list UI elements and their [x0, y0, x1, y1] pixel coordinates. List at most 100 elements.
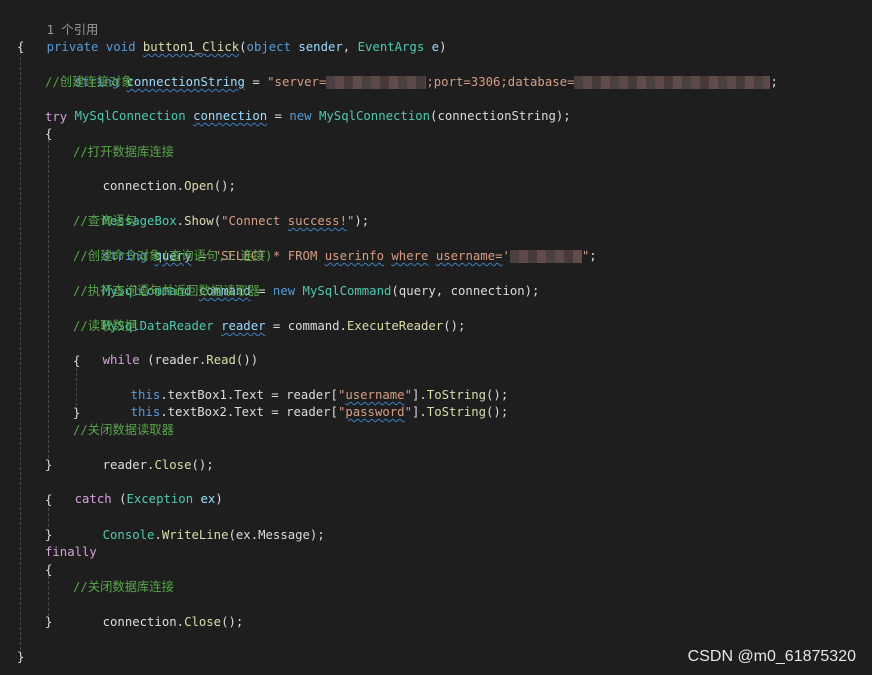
code-line-open: connection.Open();	[73, 161, 236, 193]
punct: ;	[589, 249, 597, 263]
arguments: (ex.Message);	[228, 528, 325, 542]
object: connection.	[102, 179, 185, 193]
indent-guide	[20, 52, 21, 650]
punct: .	[176, 214, 185, 228]
punct: )	[439, 40, 447, 54]
punct: ,	[342, 40, 351, 54]
keyword: this	[130, 405, 161, 419]
code-line-textbox2: this.textBox2.Text = reader["password"].…	[101, 387, 509, 419]
parameter: sender	[298, 40, 343, 54]
comment: //查询语句	[73, 214, 137, 228]
brace-open: {	[45, 563, 53, 577]
string-literal: username=	[435, 249, 503, 263]
punct: ();	[191, 458, 214, 472]
keyword-finally: finally	[45, 545, 97, 559]
code-line-command: MySqlCommand command = new MySqlCommand(…	[73, 266, 540, 298]
punct: );	[354, 214, 370, 228]
code-line-connection-close: connection.Close();	[73, 597, 244, 629]
brace-close: }	[45, 615, 53, 629]
comment: //打开数据库连接	[73, 145, 174, 159]
parameter: e	[431, 40, 440, 54]
brace-close: }	[45, 458, 53, 472]
code-line-reader: MySqlDataReader reader = command.Execute…	[73, 301, 466, 333]
brace-open: {	[73, 354, 81, 368]
punct: )	[215, 492, 223, 506]
string-literal: success!	[287, 214, 347, 228]
string-literal: "	[404, 405, 412, 419]
string-literal: "Connect	[221, 214, 281, 228]
keyword: new	[272, 284, 296, 298]
arguments: (connectionString);	[430, 109, 571, 123]
brace-close: }	[17, 650, 25, 664]
code-line-catch: catch (Exception ex)	[45, 474, 223, 506]
punct: ();	[443, 319, 466, 333]
brace-open: {	[45, 127, 53, 141]
keyword-while: while	[102, 353, 140, 367]
method-name: button1_Click	[142, 40, 240, 54]
redacted-block	[574, 76, 771, 89]
string-literal: userinfo	[324, 249, 384, 263]
operator: =	[252, 75, 260, 89]
punct: .	[154, 528, 162, 542]
punct: (	[239, 40, 247, 54]
type-name: MySqlCommand	[302, 284, 392, 298]
string-literal: where	[391, 249, 429, 263]
operator: =	[272, 319, 281, 333]
string-literal: password	[345, 405, 405, 419]
keyword-catch: catch	[74, 492, 112, 506]
redacted-block	[509, 250, 582, 263]
method-call: WriteLine	[161, 528, 229, 542]
punct: ())	[235, 353, 259, 367]
punct: (	[213, 214, 222, 228]
code-line-messagebox: MessageBox.Show("Connect success!");	[73, 196, 370, 228]
type-name: MySqlConnection	[74, 109, 186, 123]
object: reader.	[102, 458, 155, 472]
brace-open: {	[17, 40, 25, 54]
code-line-while: while (reader.Read())	[73, 335, 259, 367]
string-literal: ;port=3306;database=	[426, 75, 575, 89]
type-name: Exception	[126, 492, 194, 506]
comment: //关闭数据读取器	[73, 423, 174, 437]
punct: ();	[486, 405, 509, 419]
comment: //关闭数据库连接	[73, 580, 174, 594]
comment: //创建连接对象	[45, 75, 134, 89]
code-line-connection-string: string connectionString = "server= ;port=…	[45, 57, 778, 89]
method-call: Close	[154, 458, 192, 472]
brace-open: {	[45, 493, 53, 507]
variable: reader	[221, 319, 266, 333]
method-call: Close	[184, 615, 222, 629]
code-line-query: string query = "SELECT * FROM userinfo w…	[73, 231, 597, 263]
redacted-block	[326, 76, 427, 89]
keyword: void	[105, 40, 136, 54]
type-name: Console	[102, 528, 155, 542]
operator: =	[274, 109, 282, 123]
keyword: private	[46, 40, 99, 54]
indent-guide	[48, 140, 49, 458]
keyword: object	[246, 40, 291, 54]
indent-guide	[48, 576, 49, 616]
punct: ();	[213, 179, 236, 193]
code-line-reader-close: reader.Close();	[73, 440, 214, 472]
code-editor[interactable]: 1 个引用 private void button1_Click(object …	[0, 0, 872, 675]
method-call: ToString	[426, 405, 487, 419]
method-call: Show	[184, 214, 214, 228]
method-call: Open	[184, 179, 214, 193]
watermark: CSDN @m0_61875320	[687, 648, 856, 665]
brace-close: }	[73, 406, 81, 420]
keyword-try: try	[45, 110, 68, 124]
expression: (reader.	[147, 353, 207, 367]
comment: //创建命令对象(查询语句,1 连接)	[73, 249, 273, 263]
comment: //执行查询语句并返回数据读取器	[73, 284, 260, 298]
punct: ].	[411, 405, 427, 419]
brace-close: }	[45, 528, 53, 542]
string-literal: '	[502, 249, 510, 263]
expression: .textBox2.Text = reader[	[160, 405, 338, 419]
code-line-console: Console.WriteLine(ex.Message);	[73, 510, 325, 542]
method-call: Read	[206, 353, 236, 367]
variable: connection	[193, 109, 268, 123]
object: command.	[287, 319, 347, 333]
codelens-references[interactable]: 1 个引用	[17, 5, 99, 37]
method-signature: private void button1_Click(object sender…	[17, 22, 447, 54]
type-name: MySqlConnection	[318, 109, 431, 123]
keyword: new	[289, 109, 312, 123]
